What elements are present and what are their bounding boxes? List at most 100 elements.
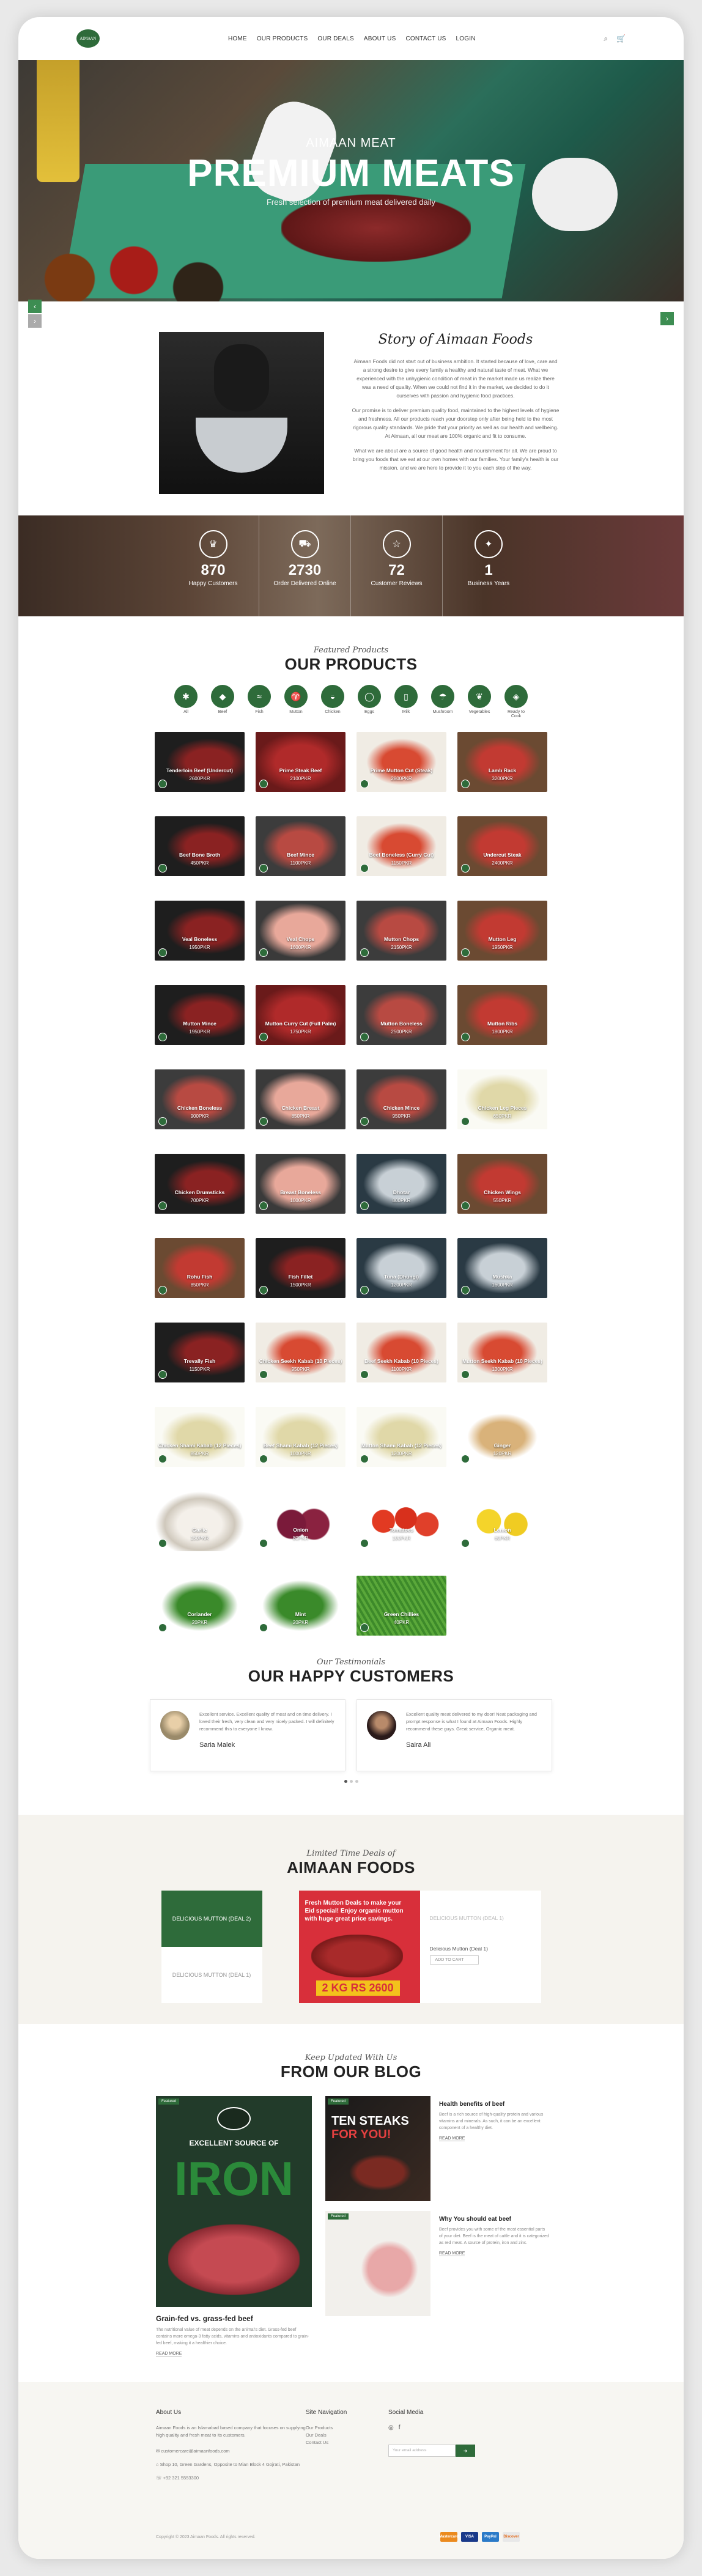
product-card[interactable]: Chicken Leg Pieces 650PKR	[457, 1069, 547, 1129]
category-mutton[interactable]: ♈ Mutton	[284, 685, 308, 718]
product-card[interactable]: Veal Boneless 1950PKR	[155, 901, 245, 961]
product-card[interactable]: Mutton Seekh Kabab (10 Pieces) 1300PKR	[457, 1323, 547, 1382]
product-card[interactable]: Ginger 120PKR	[457, 1407, 547, 1467]
product-card[interactable]: Undercut Steak 2400PKR	[457, 816, 547, 876]
category-eggs[interactable]: ◯ Eggs	[358, 685, 381, 718]
search-icon[interactable]: ⌕	[604, 34, 608, 43]
category-vegetables[interactable]: ❦ Vegetables	[468, 685, 491, 718]
newsletter-submit-button[interactable]: ➜	[456, 2445, 475, 2457]
facebook-icon[interactable]: f	[399, 2424, 401, 2431]
product-card[interactable]: Tenderloin Beef (Undercut) 2600PKR	[155, 732, 245, 792]
product-name: Fish Fillet	[288, 1274, 313, 1280]
slider-dot-icon[interactable]: ›	[28, 314, 42, 328]
instagram-icon[interactable]: ◎	[388, 2424, 394, 2431]
category-chicken[interactable]: ◒ Chicken	[321, 685, 344, 718]
story-text: Story of Aimaan Foods Aimaan Foods did n…	[352, 332, 560, 515]
blog-post[interactable]: Featured Why You should eat beef Beef pr…	[325, 2211, 549, 2316]
product-card[interactable]: Mutton Curry Cut (Full Palm) 1750PKR	[256, 985, 345, 1045]
nav-our-products[interactable]: OUR PRODUCTS	[257, 35, 308, 42]
product-card[interactable]: Fish Fillet 1500PKR	[256, 1238, 345, 1298]
carousel-dot[interactable]	[355, 1780, 358, 1783]
footer-phone[interactable]: ☏ +92 321 5553300	[156, 2475, 306, 2482]
read-more-link[interactable]: READ MORE	[439, 2136, 465, 2141]
category-mushroom[interactable]: ☂ Mushroom	[431, 685, 454, 718]
blog-post-title[interactable]: Grain-fed vs. grass-fed beef	[156, 2314, 312, 2323]
product-card[interactable]: Chicken Wings 550PKR	[457, 1154, 547, 1214]
category-all[interactable]: ✱ All	[174, 685, 198, 718]
deal-tab[interactable]: DELICIOUS MUTTON (DEAL 1)	[161, 1947, 262, 2003]
nav-login[interactable]: LOGIN	[456, 35, 476, 42]
product-card[interactable]: Chicken Breast 850PKR	[256, 1069, 345, 1129]
product-card[interactable]: Rohu Fish 850PKR	[155, 1238, 245, 1298]
footer-link-contact-us[interactable]: Contact Us	[306, 2439, 388, 2446]
product-card[interactable]: Mutton Shami Kabab (12 Pieces) 1200PKR	[357, 1407, 446, 1467]
nav-home[interactable]: HOME	[228, 35, 247, 42]
product-card[interactable]: Beef Boneless (Curry Cut) 1150PKR	[357, 816, 446, 876]
product-card[interactable]: Mutton Chops 2150PKR	[357, 901, 446, 961]
nav-our-deals[interactable]: OUR DEALS	[317, 35, 354, 42]
category-beef[interactable]: ◆ Beef	[211, 685, 234, 718]
deal-tab-active[interactable]: DELICIOUS MUTTON (DEAL 2)	[161, 1891, 262, 1947]
product-card[interactable]: Coriander 20PKR	[155, 1576, 245, 1636]
cart-icon[interactable]: 🛒	[616, 34, 626, 43]
location-icon: ⌂	[156, 2462, 160, 2467]
product-card[interactable]: Tomatoes 100PKR	[357, 1491, 446, 1551]
product-card[interactable]: Trevally Fish 1150PKR	[155, 1323, 245, 1382]
payment-methods: Mastercard VISA PayPal Discover	[439, 2532, 520, 2542]
product-card[interactable]: Green Chillies 40PKR	[357, 1576, 446, 1636]
product-card[interactable]: Chicken Mince 950PKR	[357, 1069, 446, 1129]
product-name: Coriander	[187, 1611, 212, 1617]
carousel-dot[interactable]	[344, 1780, 347, 1783]
blog-post-title[interactable]: Health benefits of beef	[439, 2101, 549, 2108]
product-card[interactable]: Beef Mince 1100PKR	[256, 816, 345, 876]
product-name: Trevally Fish	[183, 1358, 216, 1364]
product-card[interactable]: Lemon 60PKR	[457, 1491, 547, 1551]
product-card[interactable]: Prime Mutton Cut (Steak) 2800PKR	[357, 732, 446, 792]
category-milk[interactable]: ▯ Milk	[394, 685, 418, 718]
product-card[interactable]: Chicken Seekh Kabab (10 Pieces) 950PKR	[256, 1323, 345, 1382]
product-card[interactable]: Veal Chops 1600PKR	[256, 901, 345, 961]
blog-post-featured[interactable]: Featured EXCELLENT SOURCE OF IRON Grain-…	[156, 2096, 312, 2358]
blog-tag: Featured	[328, 2098, 349, 2105]
product-card[interactable]: Tuna (Dhungi) 1200PKR	[357, 1238, 446, 1298]
product-card[interactable]: Mutton Mince 1950PKR	[155, 985, 245, 1045]
product-card[interactable]: Dhotar 800PKR	[357, 1154, 446, 1214]
footer-link-our-deals[interactable]: Our Deals	[306, 2432, 388, 2439]
product-card[interactable]: Chicken Drumsticks 700PKR	[155, 1154, 245, 1214]
read-more-link[interactable]: READ MORE	[439, 2251, 465, 2256]
slider-prev-icon[interactable]: ‹	[28, 300, 42, 313]
product-name: Onion	[293, 1527, 308, 1533]
product-card[interactable]: Onion 80PKR	[256, 1491, 345, 1551]
nav-about-us[interactable]: ABOUT US	[364, 35, 396, 42]
logo[interactable]: AIMAAN	[76, 29, 100, 48]
deal-list: DELICIOUS MUTTON (DEAL 2) DELICIOUS MUTT…	[161, 1891, 262, 2003]
product-card[interactable]: Mutton Ribs 1800PKR	[457, 985, 547, 1045]
product-card[interactable]: Mint 20PKR	[256, 1576, 345, 1636]
product-card[interactable]: Breast Boneless 1000PKR	[256, 1154, 345, 1214]
read-more-link[interactable]: READ MORE	[156, 2352, 182, 2356]
blog-post[interactable]: Featured TEN STEAKS FOR YOU! Health bene…	[325, 2096, 549, 2201]
footer-link-our-products[interactable]: Our Products	[306, 2424, 388, 2432]
visa-icon: VISA	[461, 2532, 478, 2542]
product-card[interactable]: Mutton Boneless 2500PKR	[357, 985, 446, 1045]
product-card[interactable]: Beef Seekh Kabab (10 Pieces) 1100PKR	[357, 1323, 446, 1382]
product-card[interactable]: Lamb Rack 3200PKR	[457, 732, 547, 792]
product-card[interactable]: Prime Steak Beef 2100PKR	[256, 732, 345, 792]
product-card[interactable]: Chicken Shami Kabab (12 Pieces) 850PKR	[155, 1407, 245, 1467]
nav-contact-us[interactable]: CONTACT US	[405, 35, 446, 42]
product-card[interactable]: Mutton Leg 1950PKR	[457, 901, 547, 961]
blog-post-title[interactable]: Why You should eat beef	[439, 2216, 549, 2223]
footer-email[interactable]: ✉ customercare@aimaanfoods.com	[156, 2448, 306, 2455]
slider-next-icon[interactable]: ›	[660, 312, 674, 325]
add-to-cart-button[interactable]: ADD TO CART	[429, 1955, 479, 1965]
product-card[interactable]: Garlic 150PKR	[155, 1491, 245, 1551]
category-fish[interactable]: ≈ Fish	[248, 685, 271, 718]
product-price: 2500PKR	[391, 1029, 412, 1035]
carousel-dot[interactable]	[349, 1780, 353, 1783]
newsletter-email-input[interactable]: Your email address	[388, 2445, 456, 2457]
product-card[interactable]: Beef Shami Kabab (12 Pieces) 1000PKR	[256, 1407, 345, 1467]
product-card[interactable]: Chicken Boneless 900PKR	[155, 1069, 245, 1129]
category-ready-to-cook[interactable]: ◈ Ready to Cook	[504, 685, 528, 718]
product-card[interactable]: Mushka 1600PKR	[457, 1238, 547, 1298]
product-card[interactable]: Beef Bone Broth 450PKR	[155, 816, 245, 876]
